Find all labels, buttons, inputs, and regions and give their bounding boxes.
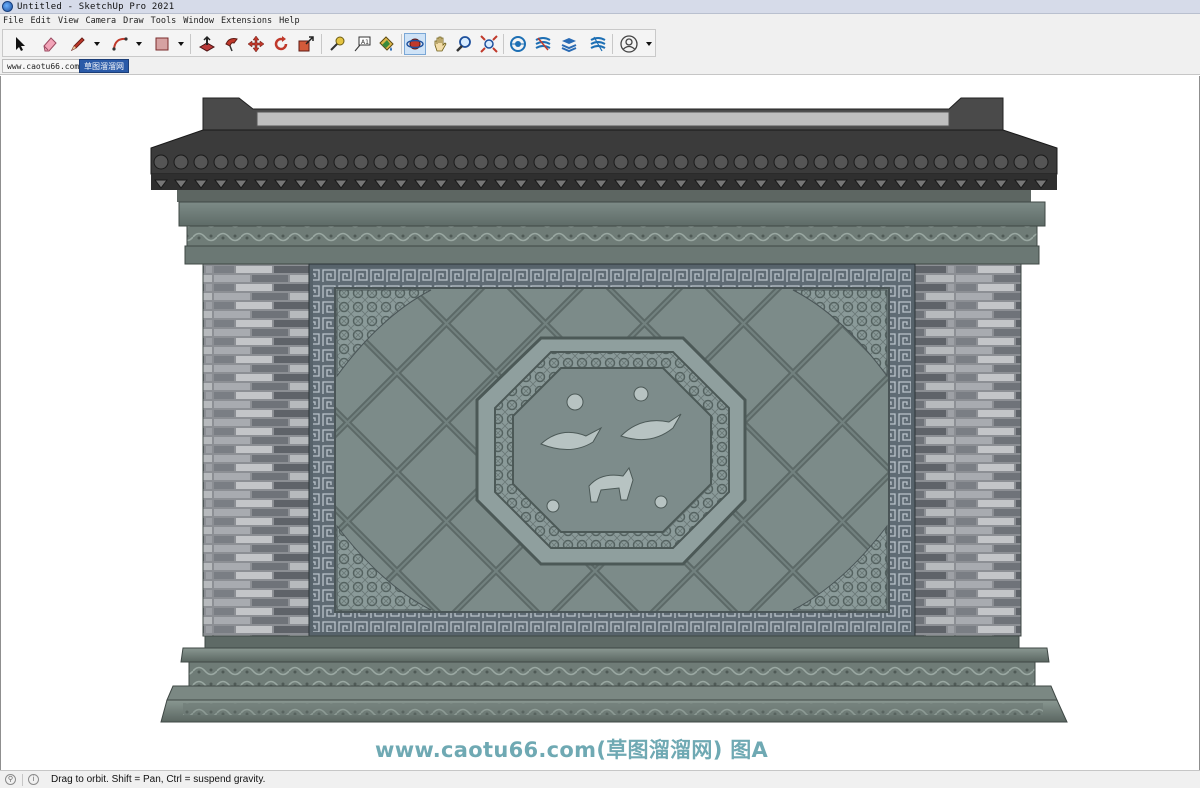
orbit-tool-button[interactable] [404, 33, 426, 55]
pan-hand-icon [434, 36, 447, 52]
arrow-cursor-icon [16, 37, 25, 51]
toolbar-separator [612, 34, 613, 54]
scene-tab-1[interactable]: www.caotu66.com [2, 59, 85, 73]
line-tool-dropdown-icon[interactable] [93, 40, 101, 48]
menu-tools[interactable]: Tools [151, 16, 177, 26]
account-button[interactable] [618, 33, 640, 55]
toolbar: A1 [0, 28, 1200, 58]
sketchup-window: Untitled - SketchUp Pro 2021 File Edit V… [0, 0, 1200, 788]
move-tool-button[interactable] [245, 33, 267, 55]
scale-icon [298, 36, 314, 52]
rectangle-tool-dropdown-icon[interactable] [177, 40, 185, 48]
follow-me-tool-button[interactable] [221, 33, 243, 55]
roof [150, 97, 1058, 202]
user-account-icon [620, 35, 638, 53]
status-message: Drag to orbit. Shift = Pan, Ctrl = suspe… [51, 774, 266, 785]
follow-me-icon [225, 38, 238, 52]
eraser-tool-button[interactable] [39, 33, 61, 55]
menu-draw[interactable]: Draw [123, 16, 143, 26]
status-bar: ⚲ i Drag to orbit. Shift = Pan, Ctrl = s… [0, 770, 1200, 788]
pan-tool-button[interactable] [429, 33, 451, 55]
magnifier-icon [456, 36, 471, 52]
zoom-extents-icon [480, 35, 498, 53]
right-brick-column [914, 263, 1022, 637]
zoom-tool-button[interactable] [453, 33, 475, 55]
status-separator [22, 773, 23, 786]
toolbar-separator [401, 34, 402, 54]
toolbar-separator [321, 34, 322, 54]
layout-tool-button[interactable] [558, 33, 580, 55]
zoom-extents-tool-button[interactable] [478, 33, 500, 55]
scene-tab-bar: www.caotu66.com 草图溜溜网 [0, 58, 1200, 75]
extension-manager-tool-button[interactable] [587, 33, 609, 55]
svg-text:A1: A1 [361, 39, 369, 46]
rectangle-tool-button[interactable] [151, 33, 173, 55]
menu-window[interactable]: Window [183, 16, 214, 26]
warehouse-icon [510, 36, 526, 52]
menu-extensions[interactable]: Extensions [221, 16, 272, 26]
watermark-text: www.caotu66.com(草图溜溜网) 图A [375, 738, 769, 762]
tape-measure-tool-button[interactable] [326, 33, 348, 55]
extension-manager-icon [590, 36, 606, 52]
rectangle-icon [155, 37, 169, 51]
left-brick-column [202, 263, 310, 637]
base-plinth [160, 635, 1068, 723]
menu-camera[interactable]: Camera [85, 16, 116, 26]
account-dropdown-icon[interactable] [645, 40, 653, 48]
menu-file[interactable]: File [3, 16, 23, 26]
text-tool-button[interactable]: A1 [351, 33, 373, 55]
central-relief-panel [308, 263, 916, 637]
orbit-icon [406, 38, 424, 50]
layers-stack-icon [561, 38, 577, 53]
menu-view[interactable]: View [58, 16, 78, 26]
push-pull-tool-button[interactable] [196, 33, 218, 55]
scale-tool-button[interactable] [295, 33, 317, 55]
info-icon[interactable]: i [28, 774, 39, 785]
title-bar: Untitled - SketchUp Pro 2021 [0, 0, 1200, 14]
toolbar-separator [190, 34, 191, 54]
rotate-tool-button[interactable] [270, 33, 292, 55]
menu-help[interactable]: Help [279, 16, 299, 26]
geo-location-icon[interactable]: ⚲ [5, 774, 16, 785]
paint-bucket-icon [379, 36, 394, 51]
select-tool-button[interactable] [9, 33, 31, 55]
menu-edit[interactable]: Edit [30, 16, 50, 26]
move-arrows-icon [247, 35, 265, 53]
extension-warehouse-icon [535, 37, 551, 51]
arc-tool-button[interactable] [109, 33, 131, 55]
sketchup-logo-icon [2, 1, 13, 12]
arc-tool-dropdown-icon[interactable] [135, 40, 143, 48]
eraser-icon [43, 37, 57, 52]
drawing-viewport[interactable]: www.caotu66.com(草图溜溜网) 图A [0, 76, 1200, 770]
menu-bar: File Edit View Camera Draw Tools Window … [0, 14, 1200, 28]
pencil-icon [70, 37, 85, 52]
toolbar-separator [503, 34, 504, 54]
line-tool-button[interactable] [67, 33, 89, 55]
toolbar-frame: A1 [2, 29, 656, 57]
paint-bucket-tool-button[interactable] [375, 33, 397, 55]
text-label-icon: A1 [354, 36, 371, 52]
push-pull-icon [198, 35, 216, 52]
warehouse-tool-button[interactable] [507, 33, 529, 55]
scene-tab-2[interactable]: 草图溜溜网 [79, 59, 129, 73]
upper-frieze [178, 201, 1046, 265]
tape-measure-icon [330, 36, 345, 51]
extension-warehouse-tool-button[interactable] [532, 33, 554, 55]
window-title: Untitled - SketchUp Pro 2021 [17, 1, 175, 12]
screen-wall-model [150, 97, 1068, 723]
arc-icon [112, 37, 128, 51]
rotate-icon [274, 36, 288, 51]
